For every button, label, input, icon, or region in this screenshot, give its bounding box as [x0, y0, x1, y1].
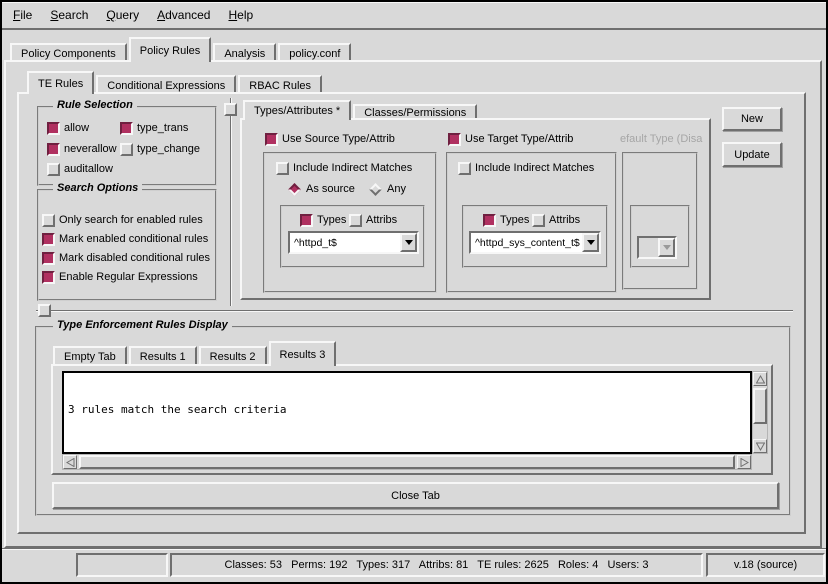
checkbox-target-indirect[interactable]: Include Indirect Matches — [458, 160, 594, 176]
target-type-combobox[interactable]: ^httpd_sys_content_t$ — [469, 231, 601, 254]
checkbox-indicator — [448, 133, 461, 146]
horizontal-sash-handle[interactable] — [38, 304, 51, 317]
status-empty-box — [76, 553, 168, 577]
menu-help[interactable]: Help — [228, 8, 253, 22]
tab-te-rules[interactable]: TE Rules — [27, 71, 94, 94]
dropdown-arrow-icon — [658, 238, 675, 257]
checkbox-source-attribs[interactable]: Attribs — [349, 212, 397, 228]
menu-file[interactable]: File — [13, 8, 32, 22]
menu-query[interactable]: Query — [106, 8, 139, 22]
tab-policy-rules[interactable]: Policy Rules — [129, 37, 212, 62]
results-textarea[interactable]: 3 rules match the search criteria (5822)… — [62, 371, 752, 454]
dropdown-arrow-icon[interactable] — [582, 233, 599, 252]
radio-as-source[interactable]: As source — [287, 181, 355, 197]
default-type-label: efault Type (Disa — [620, 133, 702, 145]
checkbox-indicator — [265, 133, 278, 146]
status-version: v.18 (source) — [706, 553, 825, 577]
vertical-scrollbar[interactable] — [752, 371, 768, 454]
vertical-sash-handle[interactable] — [224, 103, 237, 116]
menu-search[interactable]: Search — [50, 8, 88, 22]
checkbox-indicator — [349, 214, 362, 227]
tab-results-3[interactable]: Results 3 — [269, 341, 337, 366]
down-arrow-icon[interactable] — [753, 439, 767, 453]
statusbar-separator — [2, 548, 826, 550]
default-type-combobox — [637, 236, 677, 259]
horizontal-scrollbar[interactable] — [62, 454, 752, 470]
checkbox-use-source[interactable]: Use Source Type/Attrib — [265, 131, 395, 147]
checkbox-indicator — [532, 214, 545, 227]
checkbox-source-indirect[interactable]: Include Indirect Matches — [276, 160, 412, 176]
checkbox-use-target[interactable]: Use Target Type/Attrib — [448, 131, 573, 147]
up-arrow-icon[interactable] — [753, 372, 767, 386]
left-arrow-icon[interactable] — [63, 455, 77, 469]
checkbox-source-types[interactable]: Types — [300, 212, 346, 228]
close-tab-button[interactable]: Close Tab — [52, 482, 779, 509]
radio-indicator — [287, 182, 302, 197]
app-window: File Search Query Advanced Help Policy C… — [0, 0, 828, 584]
right-arrow-icon[interactable] — [737, 455, 751, 469]
scrollbar-thumb[interactable] — [753, 388, 767, 424]
checkbox-indicator — [458, 162, 471, 175]
status-stats: Classes: 53 Perms: 192 Types: 317 Attrib… — [170, 553, 703, 577]
scrollbar-thumb[interactable] — [79, 455, 735, 469]
main-tabs: Policy Components Policy Rules Analysis … — [10, 37, 351, 62]
checkbox-indicator — [483, 214, 496, 227]
source-type-combobox[interactable]: ^httpd_t$ — [288, 231, 419, 254]
dropdown-arrow-icon[interactable] — [400, 233, 417, 252]
radio-indicator — [368, 182, 383, 197]
checkbox-indicator — [276, 162, 289, 175]
checkbox-target-attribs[interactable]: Attribs — [532, 212, 580, 228]
menu-advanced[interactable]: Advanced — [157, 8, 210, 22]
menubar: File Search Query Advanced Help — [2, 2, 826, 30]
checkbox-target-types[interactable]: Types — [483, 212, 529, 228]
tab-types-attributes[interactable]: Types/Attributes * — [243, 100, 351, 120]
results-header: 3 rules match the search criteria — [68, 403, 746, 417]
checkbox-indicator — [300, 214, 313, 227]
radio-any[interactable]: Any — [368, 181, 406, 197]
